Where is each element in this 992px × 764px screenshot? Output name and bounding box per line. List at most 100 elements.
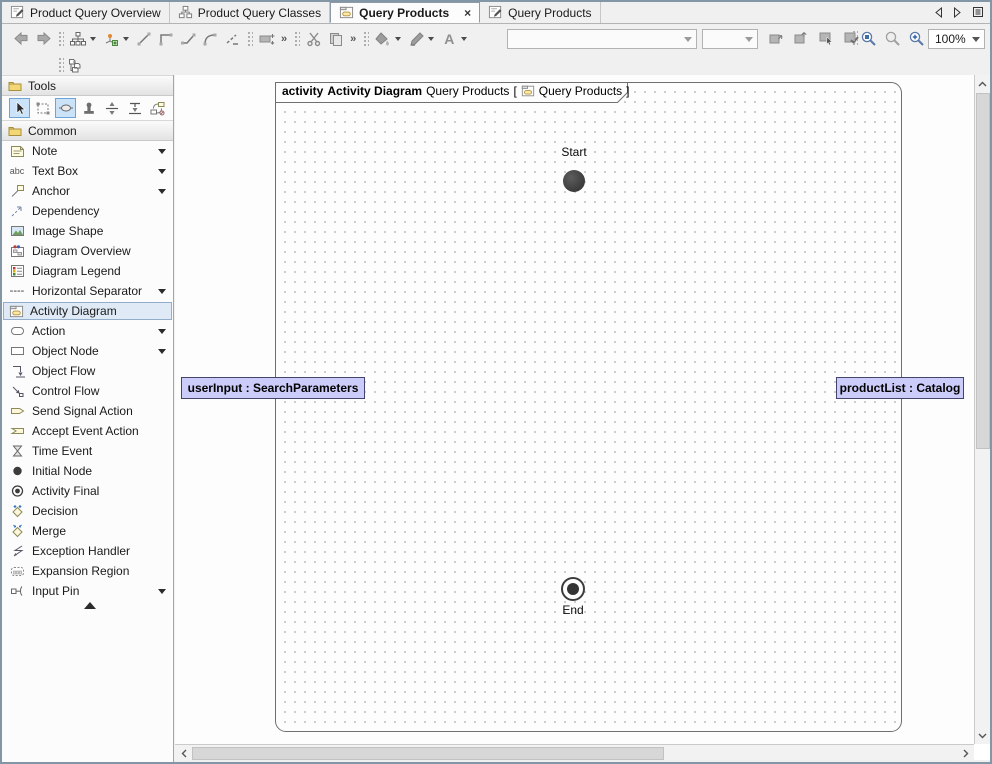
palette-section-tools[interactable]: Tools bbox=[2, 75, 173, 96]
scroll-up-button[interactable] bbox=[975, 76, 990, 91]
marquee-select-tool[interactable] bbox=[32, 98, 53, 118]
activity-parameter-userinput[interactable]: userInput : SearchParameters bbox=[181, 377, 365, 399]
select-in-containment-tree-button[interactable] bbox=[815, 27, 837, 49]
line-color-button[interactable] bbox=[405, 28, 427, 50]
activity-frame[interactable]: activity Activity Diagram Query Products… bbox=[275, 82, 902, 732]
line-style-dashed-button[interactable] bbox=[221, 28, 243, 50]
palette-item-object-flow[interactable]: Object Flow bbox=[2, 361, 173, 381]
select-tool[interactable] bbox=[9, 98, 30, 118]
scroll-right-button[interactable] bbox=[958, 746, 973, 761]
palette-item-note[interactable]: Note bbox=[2, 141, 173, 161]
palette-item-input-pin[interactable]: Input Pin bbox=[2, 581, 173, 601]
convert-element-tool[interactable] bbox=[147, 98, 168, 118]
toolbar-overflow-icon[interactable]: » bbox=[350, 33, 356, 45]
dropdown-caret-icon[interactable] bbox=[428, 37, 434, 41]
containment-tree-button[interactable] bbox=[64, 54, 86, 76]
palette-item-activity-final[interactable]: Activity Final bbox=[2, 481, 173, 501]
tab-list-icon[interactable] bbox=[972, 6, 984, 18]
palette-section-common[interactable]: Common bbox=[2, 120, 173, 141]
palette-item-text-box[interactable]: abc Text Box bbox=[2, 161, 173, 181]
line-style-oblique-button[interactable] bbox=[177, 28, 199, 50]
distribute-vertically-tool[interactable] bbox=[101, 98, 122, 118]
resize-to-fit-button[interactable] bbox=[256, 28, 278, 50]
zoom-fit-button[interactable] bbox=[881, 27, 903, 49]
line-style-curved-button[interactable] bbox=[199, 28, 221, 50]
cut-button[interactable] bbox=[303, 28, 325, 50]
horizontal-scrollbar[interactable] bbox=[175, 744, 974, 760]
palette-item-object-node[interactable]: Object Node bbox=[2, 341, 173, 361]
forward-button[interactable] bbox=[32, 28, 54, 50]
toolbar-drag-handle[interactable] bbox=[362, 30, 369, 48]
tab-query-products[interactable]: Query Products bbox=[480, 2, 600, 23]
vertical-scrollbar[interactable] bbox=[974, 75, 990, 744]
activity-parameter-productlist[interactable]: productList : Catalog bbox=[836, 377, 964, 399]
diagram-canvas[interactable]: activity Activity Diagram Query Products… bbox=[175, 75, 974, 744]
vertical-scroll-thumb[interactable] bbox=[976, 93, 990, 449]
tab-product-query-classes[interactable]: Product Query Classes bbox=[170, 2, 330, 23]
frame-header[interactable]: activity Activity Diagram Query Products… bbox=[275, 82, 628, 103]
palette-item-control-flow[interactable]: Control Flow bbox=[2, 381, 173, 401]
dropdown-caret-icon[interactable] bbox=[395, 37, 401, 41]
fill-color-button[interactable] bbox=[372, 28, 394, 50]
initial-node[interactable] bbox=[563, 170, 585, 192]
dropdown-caret-icon[interactable] bbox=[158, 169, 166, 174]
sticky-mode-tool[interactable] bbox=[78, 98, 99, 118]
move-out-of-container-button[interactable] bbox=[790, 27, 812, 49]
palette-item-horizontal-separator[interactable]: ---- Horizontal Separator bbox=[2, 281, 173, 301]
palette-item-initial-node[interactable]: Initial Node bbox=[2, 461, 173, 481]
scroll-tabs-right-icon[interactable] bbox=[953, 7, 962, 18]
back-button[interactable] bbox=[10, 28, 32, 50]
palette-item-diagram-legend[interactable]: Diagram Legend bbox=[2, 261, 173, 281]
tab-query-products-active[interactable]: Query Products × bbox=[330, 2, 480, 23]
style-combobox[interactable] bbox=[507, 29, 697, 49]
scroll-down-button[interactable] bbox=[975, 728, 990, 743]
palette-item-time-event[interactable]: Time Event bbox=[2, 441, 173, 461]
tab-product-query-overview[interactable]: Product Query Overview bbox=[2, 2, 170, 23]
palette-item-action[interactable]: Action bbox=[2, 321, 173, 341]
layout-button[interactable] bbox=[67, 28, 89, 50]
add-related-elements-button[interactable] bbox=[100, 28, 122, 50]
zoom-region-button[interactable] bbox=[857, 27, 879, 49]
dropdown-caret-icon[interactable] bbox=[158, 349, 166, 354]
toolbar-drag-handle[interactable] bbox=[57, 30, 64, 48]
palette-item-send-signal-action[interactable]: Send Signal Action bbox=[2, 401, 173, 421]
size-combobox[interactable] bbox=[702, 29, 758, 49]
horizontal-scroll-thumb[interactable] bbox=[192, 747, 664, 760]
tab-close-icon[interactable]: × bbox=[464, 7, 471, 19]
palette-item-expansion-region[interactable]: Expansion Region bbox=[2, 561, 173, 581]
palette-item-exception-handler[interactable]: Exception Handler bbox=[2, 541, 173, 561]
palette-item-decision[interactable]: Decision bbox=[2, 501, 173, 521]
move-into-container-button[interactable] bbox=[765, 27, 787, 49]
dropdown-caret-icon[interactable] bbox=[158, 149, 166, 154]
zoom-level-combobox[interactable]: 100% bbox=[928, 29, 985, 49]
dropdown-caret-icon[interactable] bbox=[158, 289, 166, 294]
palette-scroll-up-icon[interactable] bbox=[84, 602, 96, 609]
scroll-left-button[interactable] bbox=[176, 746, 191, 761]
scroll-tabs-left-icon[interactable] bbox=[934, 7, 943, 18]
dropdown-caret-icon[interactable] bbox=[123, 37, 129, 41]
dropdown-caret-icon[interactable] bbox=[90, 37, 96, 41]
palette-item-image-shape[interactable]: Image Shape bbox=[2, 221, 173, 241]
zoom-in-button[interactable] bbox=[905, 27, 927, 49]
align-tool[interactable] bbox=[124, 98, 145, 118]
dropdown-caret-icon[interactable] bbox=[158, 329, 166, 334]
palette-item-anchor[interactable]: Anchor bbox=[2, 181, 173, 201]
toolbar-overflow-icon[interactable]: » bbox=[281, 33, 287, 45]
palette-item-diagram-overview[interactable]: Diagram Overview bbox=[2, 241, 173, 261]
palette-section-activity-diagram[interactable]: Activity Diagram bbox=[3, 302, 172, 320]
dropdown-caret-icon[interactable] bbox=[461, 37, 467, 41]
palette-item-dependency[interactable]: Dependency bbox=[2, 201, 173, 221]
toolbar-drag-handle[interactable] bbox=[57, 56, 64, 74]
font-color-button[interactable]: A bbox=[438, 28, 460, 50]
palette-item-merge[interactable]: Merge bbox=[2, 521, 173, 541]
link-tool[interactable] bbox=[55, 98, 76, 118]
line-style-straight-button[interactable] bbox=[133, 28, 155, 50]
dropdown-caret-icon[interactable] bbox=[158, 189, 166, 194]
copy-button[interactable] bbox=[325, 28, 347, 50]
palette-item-accept-event-action[interactable]: Accept Event Action bbox=[2, 421, 173, 441]
dropdown-caret-icon[interactable] bbox=[158, 589, 166, 594]
toolbar-drag-handle[interactable] bbox=[293, 30, 300, 48]
line-style-rectilinear-button[interactable] bbox=[155, 28, 177, 50]
toolbar-drag-handle[interactable] bbox=[246, 30, 253, 48]
activity-final-node[interactable] bbox=[561, 577, 585, 601]
